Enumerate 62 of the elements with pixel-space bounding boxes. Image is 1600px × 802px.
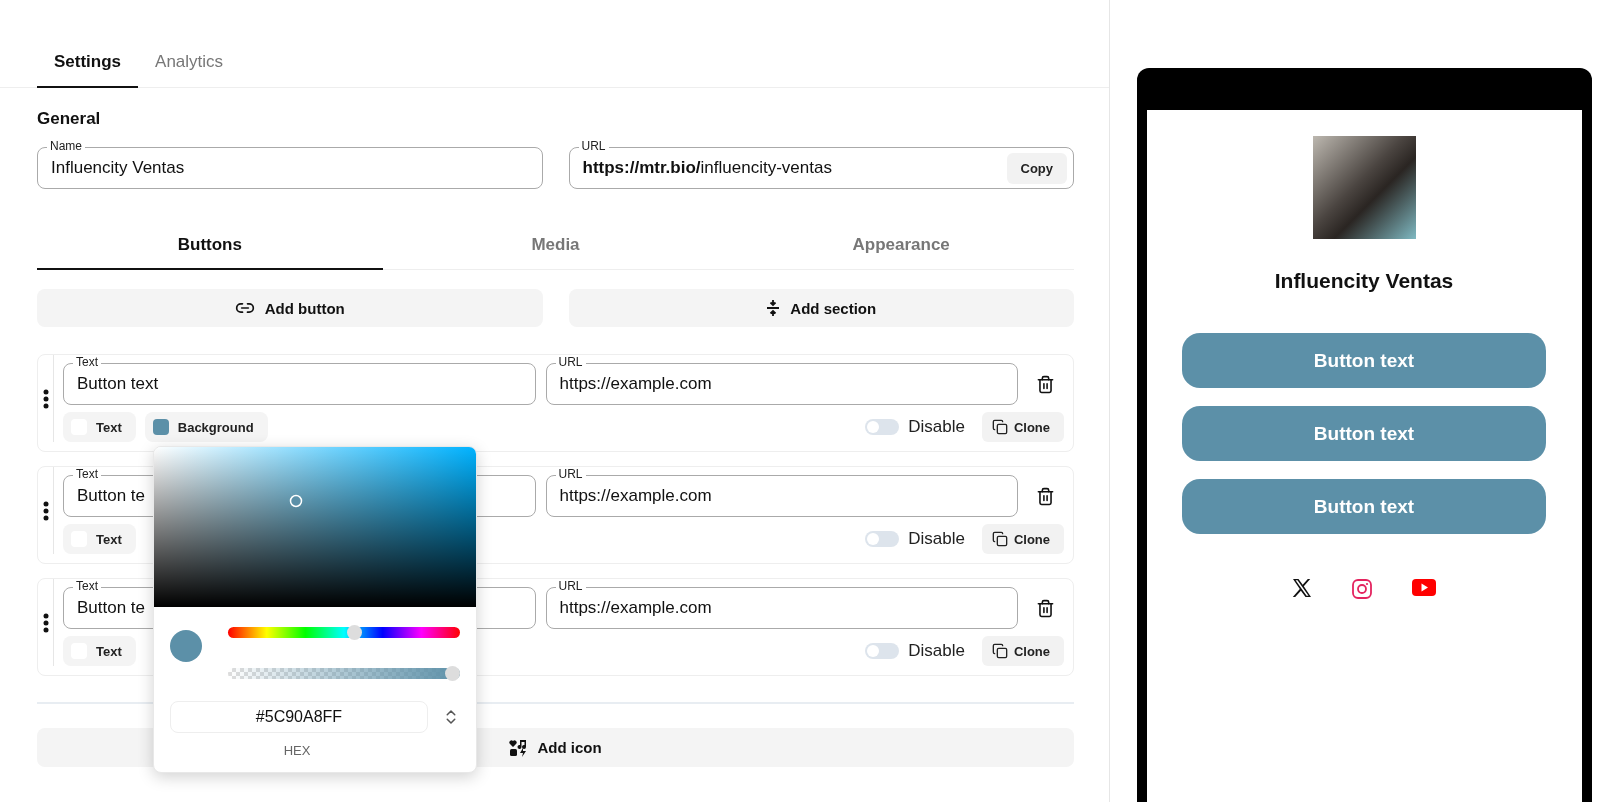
field-label: Text	[73, 467, 101, 481]
color-chip[interactable]: Text	[63, 524, 136, 554]
instagram-icon[interactable]	[1352, 579, 1372, 599]
field-label: URL	[555, 579, 586, 593]
clone-button[interactable]: Clone	[981, 412, 1064, 442]
color-chip[interactable]: Background	[144, 412, 268, 442]
icons-icon	[509, 738, 528, 757]
toggle-switch[interactable]	[865, 531, 900, 547]
tab[interactable]: Buttons	[37, 227, 383, 270]
field-text: https://mtr.bio/influencity-ventas	[582, 158, 832, 178]
field-text: Influencity Ventas	[51, 158, 185, 178]
x-logo-icon[interactable]	[1292, 579, 1312, 597]
field-text: Button text	[77, 374, 159, 394]
format-label: HEX	[282, 742, 312, 760]
delete-icon[interactable]	[1036, 486, 1055, 506]
field-text: https://example.com	[559, 374, 712, 394]
color-chip[interactable]: Text	[63, 412, 136, 442]
delete-icon[interactable]	[1036, 598, 1055, 618]
picker-handle[interactable]	[289, 494, 303, 508]
drag-handle-icon[interactable]	[42, 612, 49, 633]
split-icon	[766, 299, 781, 317]
toggle-label: Disable	[908, 417, 965, 437]
tab[interactable]: Appearance	[728, 227, 1074, 270]
profile-name: Influencity Ventas	[1274, 269, 1454, 293]
add-button[interactable]: Add button	[37, 289, 543, 327]
field-text: Button te	[77, 486, 146, 506]
field-label: Text	[73, 579, 101, 593]
copy-icon	[991, 643, 1008, 659]
slider-thumb[interactable]	[445, 666, 460, 681]
clone-button[interactable]: Clone	[981, 636, 1064, 666]
delete-icon[interactable]	[1036, 374, 1055, 394]
tab[interactable]: Media	[382, 227, 729, 270]
drag-handle-icon[interactable]	[42, 388, 49, 409]
field-label: URL	[578, 139, 609, 153]
field-text: Button te	[77, 598, 146, 618]
saturation-area[interactable]	[154, 447, 476, 607]
color-chip[interactable]: Text	[63, 636, 136, 666]
field-label: URL	[555, 467, 586, 481]
video-play-icon[interactable]	[1412, 579, 1436, 596]
hue-slider[interactable]	[228, 625, 460, 640]
hex-input[interactable]: #5C90A8FF	[170, 701, 428, 733]
drag-handle-icon[interactable]	[42, 500, 49, 521]
field-label: URL	[555, 355, 586, 369]
copy-button[interactable]: Copy	[1006, 152, 1067, 184]
toggle-switch[interactable]	[865, 419, 900, 435]
toggle-label: Disable	[908, 529, 965, 549]
color-preview	[170, 630, 202, 662]
add-button[interactable]: Add section	[568, 289, 1074, 327]
field-text: https://example.com	[559, 598, 712, 618]
tab[interactable]: Settings	[37, 40, 139, 88]
copy-icon	[991, 419, 1008, 435]
field-label: Name	[47, 139, 85, 153]
copy-icon	[991, 531, 1008, 547]
tab[interactable]: Analytics	[138, 40, 241, 88]
section-heading: General	[37, 109, 102, 129]
toggle-label: Disable	[908, 641, 965, 661]
field-label: Text	[73, 355, 101, 369]
clone-button[interactable]: Clone	[981, 524, 1064, 554]
field-text: https://example.com	[559, 486, 712, 506]
slider-thumb[interactable]	[347, 625, 363, 640]
alpha-slider[interactable]	[228, 666, 460, 681]
toggle-switch[interactable]	[865, 643, 900, 659]
